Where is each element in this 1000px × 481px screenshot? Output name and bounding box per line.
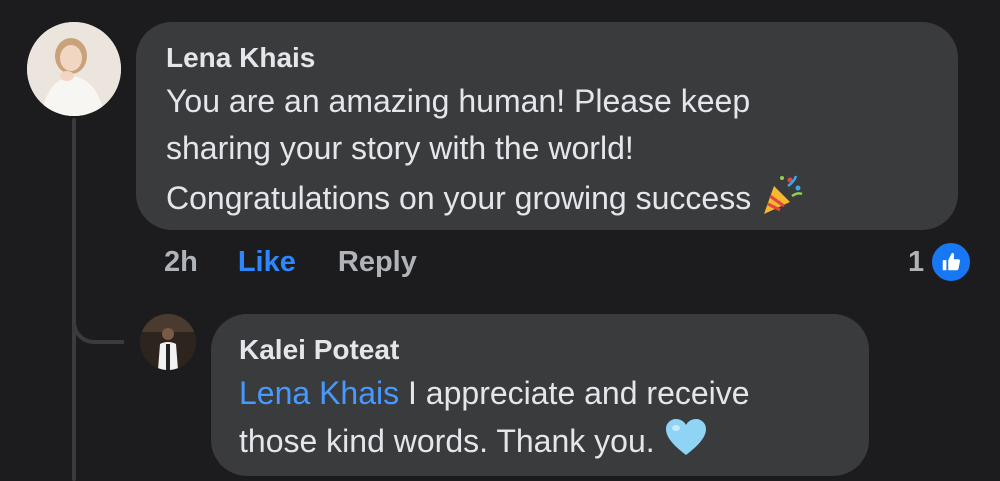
- light-blue-heart-icon: [664, 417, 708, 470]
- reaction-summary[interactable]: 1: [908, 240, 973, 284]
- comment-bubble: Lena Khais You are an amazing human! Ple…: [136, 22, 958, 230]
- like-button[interactable]: Like: [238, 246, 296, 279]
- comment-actions: 2h Like Reply: [164, 240, 417, 284]
- reply-bubble: Kalei Poteat Lena Khais I appreciate and…: [211, 314, 869, 476]
- reply-author[interactable]: Kalei Poteat: [239, 332, 841, 368]
- avatar-photo: [27, 22, 121, 116]
- reply-text-line: those kind words. Thank you.: [239, 417, 841, 470]
- avatar-photo: [140, 314, 196, 370]
- comment-text-line-content: Congratulations on your growing success: [166, 179, 752, 216]
- reply-button[interactable]: Reply: [338, 246, 417, 279]
- reply-text-line: Lena Khais I appreciate and receive: [239, 370, 841, 417]
- reply-text-line-content: I appreciate and receive: [399, 375, 750, 411]
- thread-reply-connector: [72, 300, 124, 344]
- comment-thread: Lena Khais You are an amazing human! Ple…: [0, 0, 1000, 481]
- comment-text-line: Congratulations on your growing success: [166, 172, 928, 229]
- mention-link[interactable]: Lena Khais: [239, 375, 399, 411]
- comment-author[interactable]: Lena Khais: [166, 40, 928, 76]
- reaction-count: 1: [908, 245, 925, 278]
- comment-text-line: You are an amazing human! Please keep: [166, 83, 751, 119]
- reply-text: Lena Khais I appreciate and receive thos…: [239, 370, 841, 470]
- comment-text-line: sharing your story with the world!: [166, 130, 634, 166]
- comment-text: You are an amazing human! Please keep sh…: [166, 78, 928, 229]
- avatar-lena-khais[interactable]: [27, 22, 121, 116]
- comment-timestamp[interactable]: 2h: [164, 246, 198, 279]
- reply-text-line-content: those kind words. Thank you.: [239, 422, 655, 459]
- party-popper-icon: [760, 172, 804, 229]
- thumbs-up-icon: [930, 241, 973, 283]
- avatar-kalei-poteat[interactable]: [140, 314, 196, 370]
